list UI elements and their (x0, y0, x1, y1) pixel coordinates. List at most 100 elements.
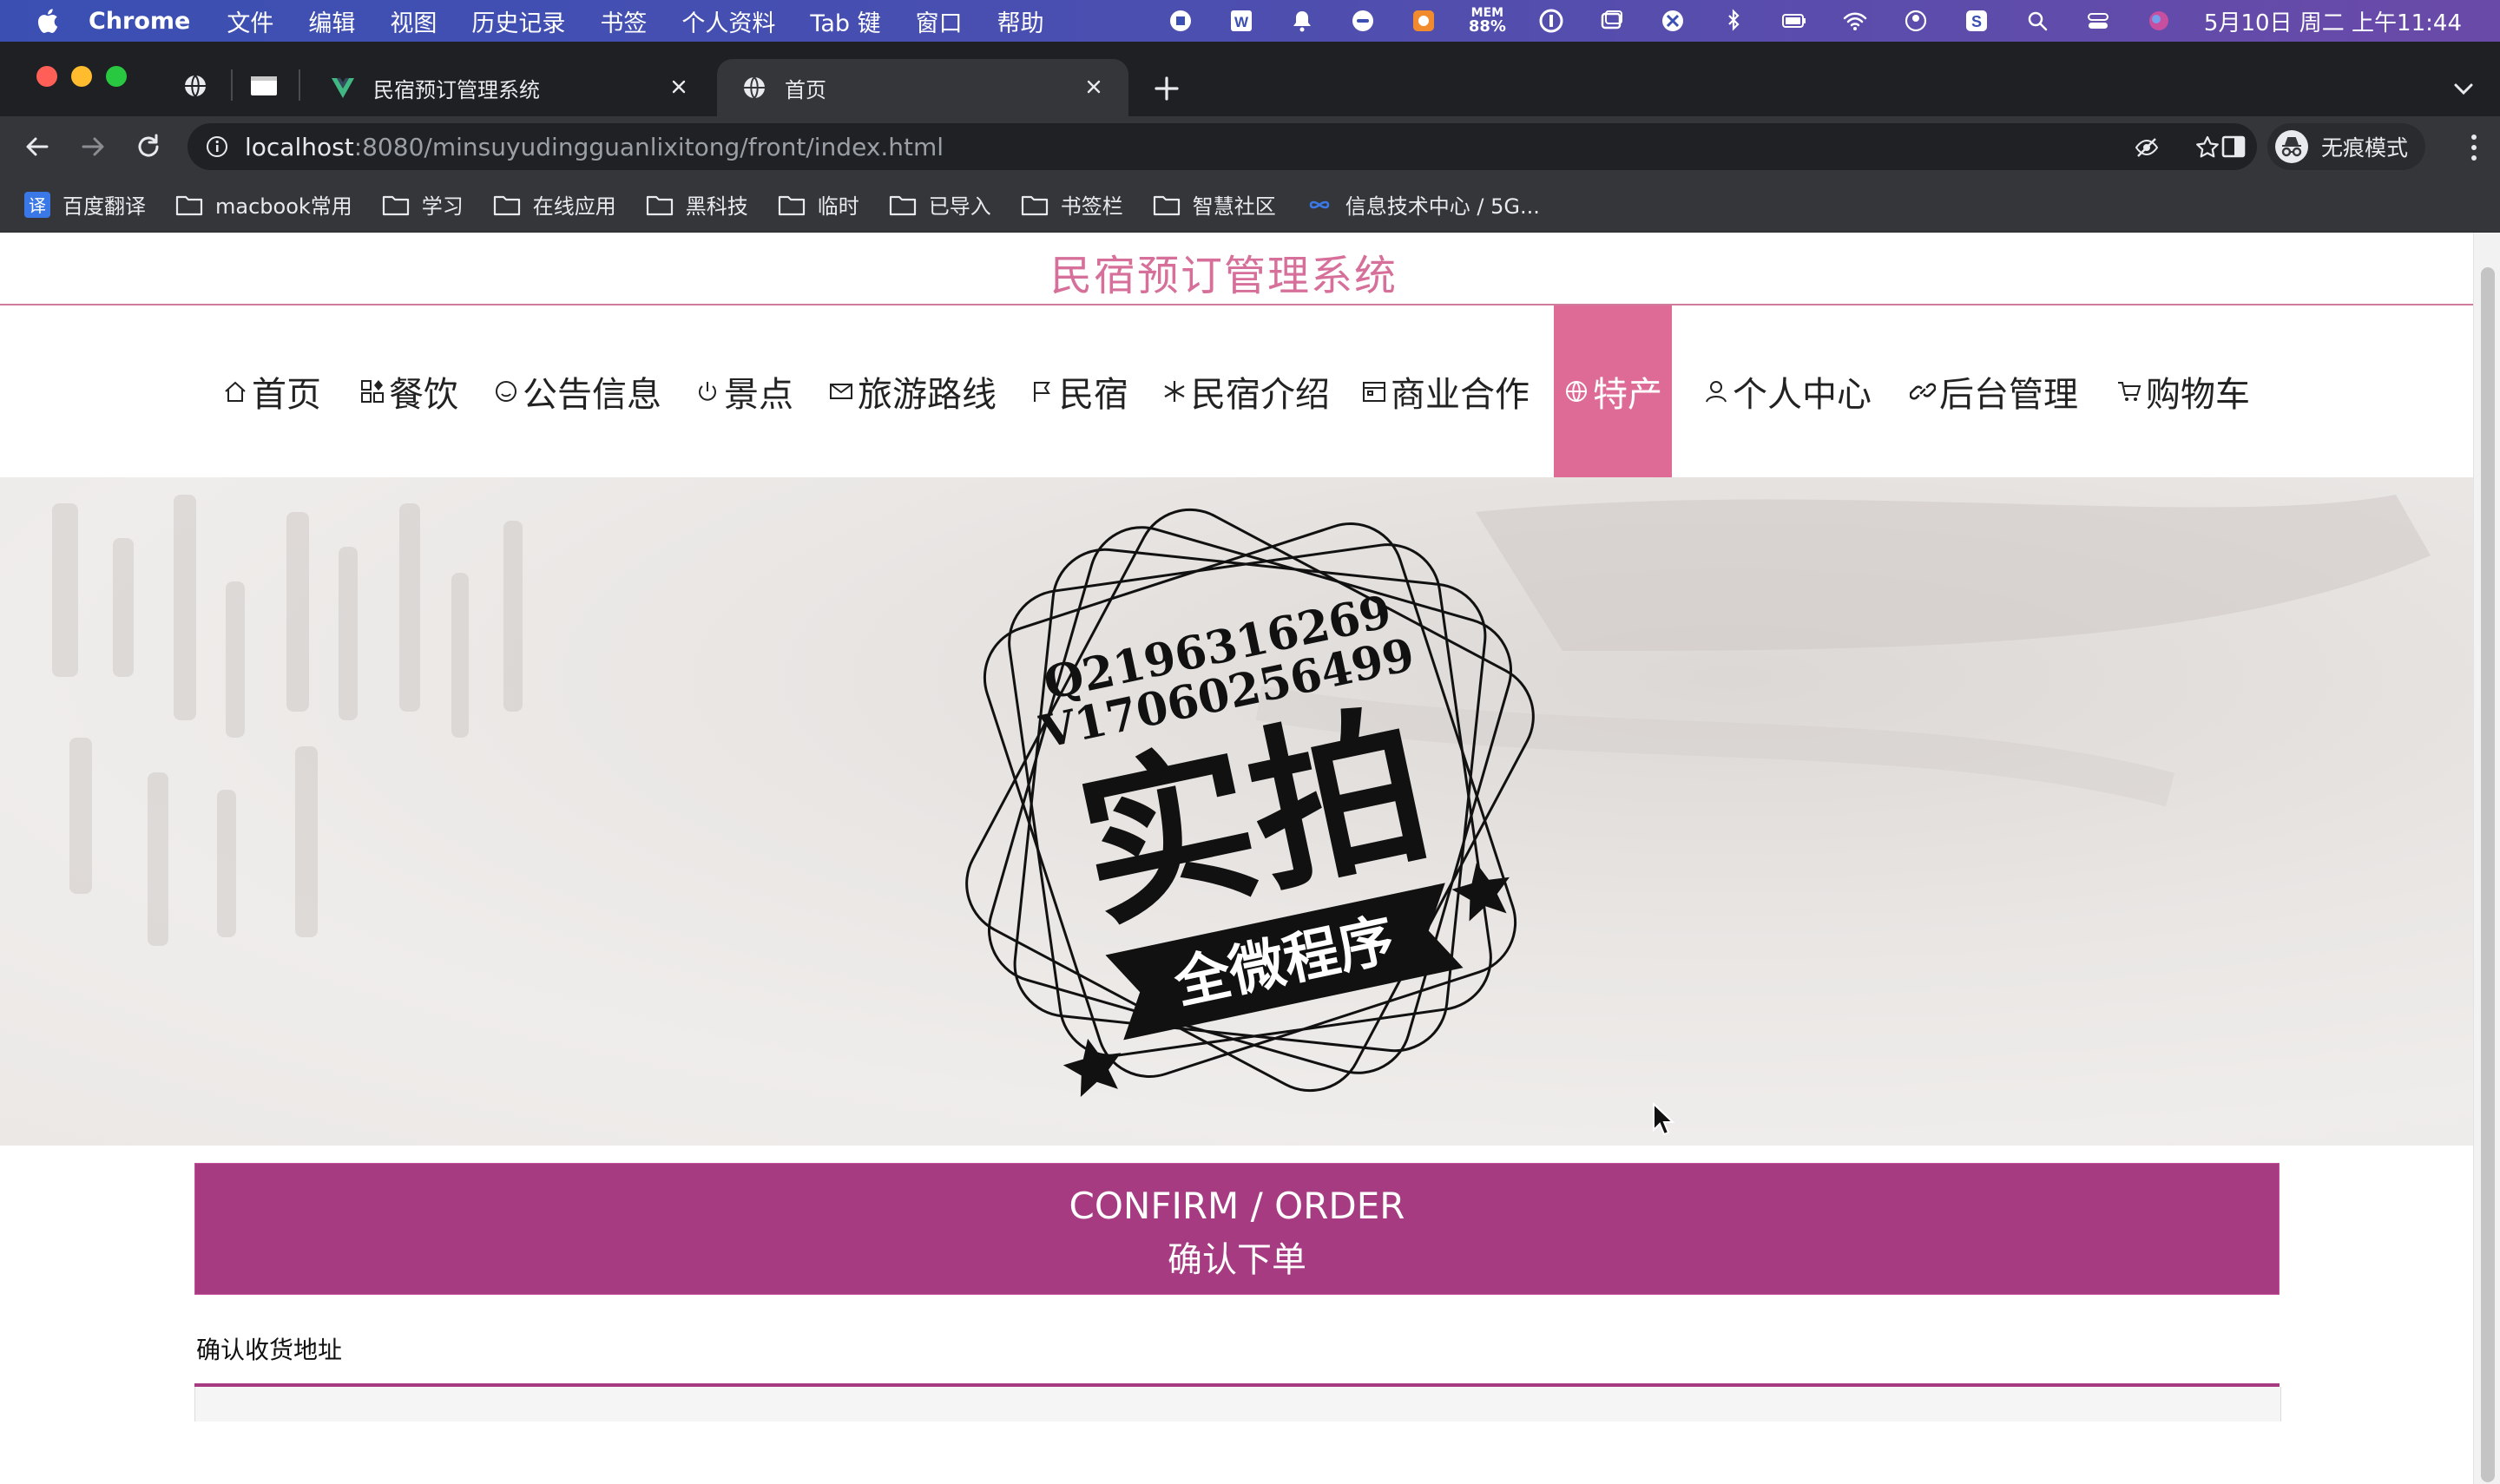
nav-item-home[interactable]: 首页 (222, 305, 321, 477)
snowflake-icon (1164, 381, 1185, 402)
back-arrow-icon[interactable] (23, 132, 52, 161)
site-info-icon[interactable] (205, 135, 229, 159)
tab-home[interactable]: 首页 (717, 59, 1128, 116)
nav-item-homestay-intro[interactable]: 民宿介绍 (1161, 305, 1330, 477)
mail-icon (830, 384, 852, 399)
menubar-status-area: W MEM 88% S 5月10日 周二 上午11:44 (1165, 0, 2500, 42)
nav-item-dining[interactable]: 餐饮 (359, 305, 458, 477)
s-app-icon[interactable]: S (1961, 8, 1992, 34)
tab-separator (231, 69, 233, 101)
bookmark-folder-study[interactable]: 学习 (382, 189, 464, 220)
menubar-app-name[interactable]: Chrome (89, 8, 190, 35)
tab-search-chevron-icon[interactable] (2453, 80, 2474, 97)
bookmark-folder-bookmarks-bar[interactable]: 书签栏 (1021, 189, 1123, 220)
site-nav: 首页 餐饮 公告信息 景点 旅游路线 民宿 民宿介绍 商业合作 特产 个人中心 … (0, 305, 2474, 477)
nav-item-travel-routes[interactable]: 旅游路线 (828, 305, 997, 477)
menu-bookmarks[interactable]: 书签 (600, 4, 647, 38)
nav-item-attractions[interactable]: 景点 (694, 305, 793, 477)
eye-off-icon[interactable] (2134, 135, 2160, 161)
forward-arrow-icon[interactable] (78, 132, 108, 161)
word-icon[interactable]: W (1226, 8, 1257, 34)
incognito-label: 无痕模式 (2321, 135, 2409, 161)
address-list-area[interactable] (194, 1387, 2281, 1422)
one-password-icon[interactable] (1536, 8, 1567, 34)
menu-help[interactable]: 帮助 (997, 4, 1044, 38)
infinity-logo-icon (1309, 200, 1330, 208)
menu-file[interactable]: 文件 (227, 4, 273, 38)
scrollbar-thumb[interactable] (2481, 267, 2495, 1482)
cart-icon (2118, 382, 2141, 401)
pinned-tab-globe-icon[interactable] (182, 73, 208, 99)
window-close-button[interactable] (36, 66, 57, 87)
tab-separator (299, 69, 300, 101)
bell-icon[interactable] (1286, 8, 1318, 34)
bookmark-folder-macbook[interactable]: macbook常用 (175, 189, 352, 220)
nav-item-cart[interactable]: 购物车 (2116, 305, 2250, 477)
menu-window[interactable]: 窗口 (916, 4, 963, 38)
window-zoom-button[interactable] (106, 66, 127, 87)
menu-profiles[interactable]: 个人资料 (681, 4, 775, 38)
nav-item-homestays[interactable]: 民宿 (1030, 305, 1128, 477)
folder-icon (889, 195, 916, 215)
incognito-indicator[interactable]: 无痕模式 (2267, 123, 2425, 170)
hero-banner: Q2196316269 V17060256499 实拍 全微程序 (0, 477, 2474, 1146)
globe-icon (1566, 381, 1587, 402)
messenger-icon[interactable] (1347, 8, 1378, 34)
nav-item-personal-center[interactable]: 个人中心 (1703, 305, 1872, 477)
memory-indicator[interactable]: MEM 88% (1469, 7, 1506, 35)
reload-icon[interactable] (134, 132, 163, 161)
side-panel-icon[interactable] (2220, 134, 2247, 160)
siri-icon[interactable] (2143, 8, 2174, 34)
apple-icon[interactable] (35, 7, 59, 35)
bluetooth-icon[interactable] (1718, 8, 1749, 34)
tab-close-icon[interactable] (1082, 75, 1106, 99)
bookmark-folder-temp[interactable]: 临时 (778, 189, 859, 220)
new-tab-plus-icon[interactable] (1151, 73, 1182, 104)
bookmark-baidu-translate[interactable]: 译百度翻译 (24, 189, 146, 220)
spotlight-search-icon[interactable] (2022, 8, 2053, 34)
bookmark-star-icon[interactable] (2194, 135, 2220, 161)
bookmark-folder-tech[interactable]: 黑科技 (646, 189, 748, 220)
nav-item-business-cooperation[interactable]: 商业合作 (1361, 305, 1530, 477)
bookmark-folder-smart-community[interactable]: 智慧社区 (1153, 189, 1276, 220)
folder-icon (382, 195, 409, 215)
address-bar[interactable]: localhost:8080/minsuyudingguanlixitong/f… (188, 123, 2257, 170)
tab-title: 民宿预订管理系统 (373, 77, 540, 102)
control-center-icon[interactable] (2082, 8, 2114, 34)
nav-item-announcements[interactable]: 公告信息 (493, 305, 661, 477)
remote-app-icon[interactable] (1657, 8, 1688, 34)
nav-item-admin[interactable]: 后台管理 (1910, 305, 2078, 477)
incognito-icon (2275, 130, 2308, 163)
bookmark-folder-online-apps[interactable]: 在线应用 (493, 189, 616, 220)
flag-icon (1034, 382, 1050, 402)
battery-icon[interactable] (1779, 8, 1810, 34)
sun-app-icon[interactable] (1408, 8, 1439, 34)
menu-view[interactable]: 视图 (390, 4, 437, 38)
nav-item-specialties[interactable]: 特产 (1554, 305, 1672, 477)
folder-icon (646, 195, 673, 215)
folder-icon (778, 195, 805, 215)
bookmark-info-center[interactable]: 信息技术中心 / 5G... (1306, 189, 1540, 220)
grid-icon (361, 380, 384, 403)
shipping-address-label: 确认收货地址 (196, 1336, 343, 1364)
window-icon[interactable] (1596, 8, 1628, 34)
tab-close-icon[interactable] (667, 75, 691, 99)
site-title: 民宿预订管理系统 (1049, 252, 1398, 300)
folder-icon (493, 195, 520, 215)
pinned-tab-page-icon[interactable] (250, 75, 278, 97)
window-minimize-button[interactable] (71, 66, 92, 87)
page-scrollbar[interactable] (2473, 233, 2500, 1484)
menu-history[interactable]: 历史记录 (471, 4, 565, 38)
menu-edit[interactable]: 编辑 (308, 4, 355, 38)
bookmark-folder-imported[interactable]: 已导入 (889, 189, 991, 220)
more-menu-icon[interactable] (2470, 134, 2477, 161)
tab-minsu-system[interactable]: 民宿预订管理系统 (306, 59, 714, 116)
power-icon (699, 382, 716, 401)
calendar-icon (1363, 382, 1385, 402)
menubar-clock[interactable]: 5月10日 周二 上午11:44 (2204, 5, 2462, 37)
user-circle-icon[interactable] (1900, 8, 1931, 34)
globe-icon (744, 76, 765, 99)
stop-circle-icon[interactable] (1165, 8, 1196, 34)
wifi-icon[interactable] (1839, 8, 1871, 34)
menu-tab[interactable]: Tab 键 (810, 4, 880, 38)
